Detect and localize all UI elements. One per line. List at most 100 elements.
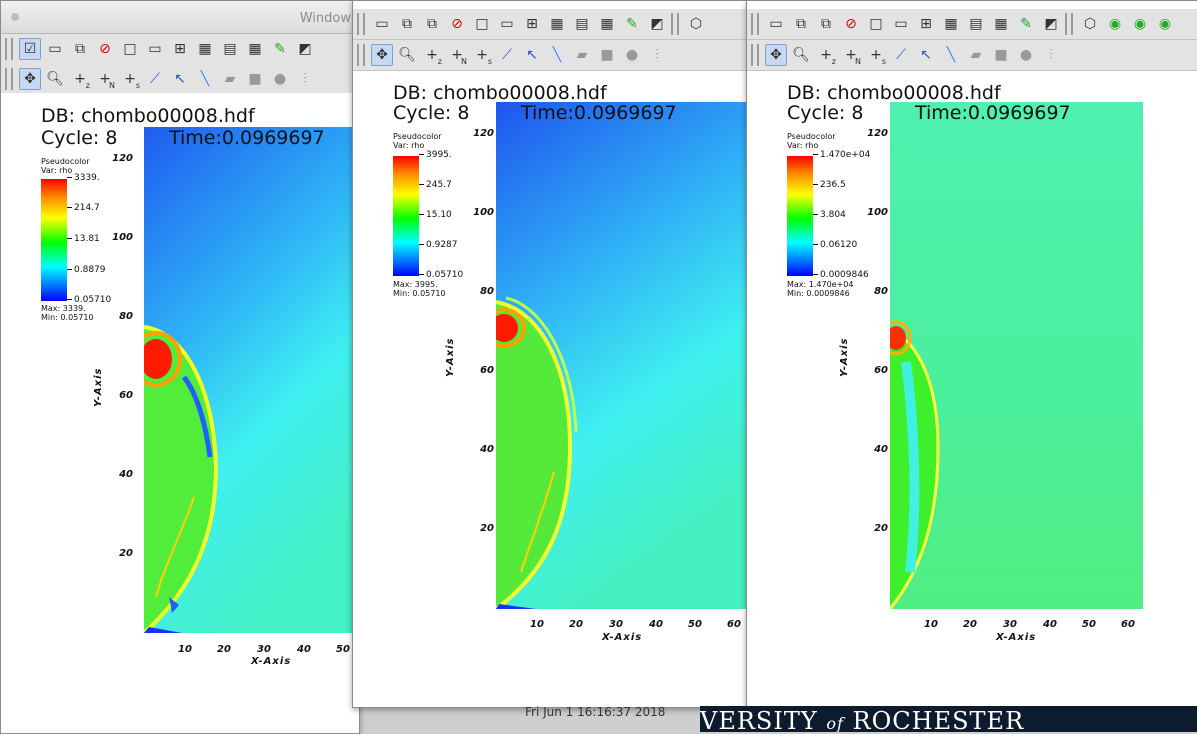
layout-3x3-icon[interactable]: ▦ (244, 38, 266, 60)
layout-1x1-icon[interactable]: □ (119, 38, 141, 60)
tools-icon[interactable]: ⫶ (1040, 44, 1062, 66)
color-bar (393, 156, 419, 276)
line-icon[interactable]: ╲ (546, 44, 568, 66)
camera-icon[interactable]: ◉ (1104, 13, 1126, 35)
spreadsheet-pick-icon[interactable]: + s (471, 44, 493, 66)
spin-icon[interactable]: ◩ (646, 13, 668, 35)
sphere-icon[interactable]: ● (269, 68, 291, 90)
spin-icon[interactable]: ◩ (1040, 13, 1062, 35)
copy-window-icon[interactable]: ⧉ (396, 13, 418, 35)
node-pick-icon[interactable]: + N (94, 68, 116, 90)
toolbar-grip-icon[interactable] (671, 13, 679, 35)
layout-1x2-icon[interactable]: ▭ (890, 13, 912, 35)
lock-view-icon[interactable]: ✎ (1015, 13, 1037, 35)
zone-pick-icon[interactable]: + z (69, 68, 91, 90)
line-icon[interactable]: ╲ (940, 44, 962, 66)
layout-2x3-icon[interactable]: ▦ (940, 13, 962, 35)
zoom-icon[interactable]: 🔍︎ (790, 44, 812, 66)
plane-icon[interactable]: ▰ (965, 44, 987, 66)
delete-window-icon[interactable]: ⊘ (446, 13, 468, 35)
tools-icon[interactable]: ⫶ (294, 68, 316, 90)
layout-2x3-icon[interactable]: ▦ (546, 13, 568, 35)
layout-2x4-icon[interactable]: ▤ (219, 38, 241, 60)
new-window-icon[interactable]: ▭ (44, 38, 66, 60)
lineout-icon[interactable]: ↖ (915, 44, 937, 66)
new-window-icon[interactable]: ▭ (765, 13, 787, 35)
navigate-icon[interactable]: ✥ (371, 44, 393, 66)
plane-icon[interactable]: ▰ (219, 68, 241, 90)
lineout-icon[interactable]: ↖ (169, 68, 191, 90)
spreadsheet-pick-icon[interactable]: + s (119, 68, 141, 90)
zone-pick-icon[interactable]: + z (815, 44, 837, 66)
layout-2x4-icon[interactable]: ▤ (571, 13, 593, 35)
x-axis-label: X-Axis (996, 632, 1037, 643)
curve-pick-icon[interactable]: ⟋ (144, 68, 166, 90)
layout-1x1-icon[interactable]: □ (865, 13, 887, 35)
zoom-icon[interactable]: 🔍︎ (396, 44, 418, 66)
toolbar-grip-icon[interactable] (5, 38, 13, 60)
toolbar-grip-icon[interactable] (1065, 13, 1073, 35)
perspective-icon[interactable]: ⬡ (1079, 13, 1101, 35)
box-icon[interactable]: ■ (990, 44, 1012, 66)
x-tick-label: 40 (649, 619, 663, 630)
navigate-icon[interactable]: ✥ (19, 68, 41, 90)
camera-restore-icon[interactable]: ◉ (1154, 13, 1176, 35)
clone-window-icon[interactable]: ⧉ (815, 13, 837, 35)
viewer-window-3[interactable]: ▭ ⧉ ⧉ ⊘ □ ▭ ⊞ ▦ ▤ ▦ ✎ ◩ ⬡ ◉ ◉ ◉ ✥ 🔍︎ + z … (746, 0, 1197, 708)
render-area[interactable]: DB: chombo00008.hdf Cycle: 8 Pseudocolor… (353, 71, 748, 707)
lock-view-icon[interactable]: ✎ (621, 13, 643, 35)
layout-3x3-icon[interactable]: ▦ (990, 13, 1012, 35)
layout-2x2-icon[interactable]: ⊞ (521, 13, 543, 35)
toolbar-grip-icon[interactable] (357, 13, 365, 35)
layout-1x2-icon[interactable]: ▭ (496, 13, 518, 35)
layout-2x2-icon[interactable]: ⊞ (169, 38, 191, 60)
node-pick-icon[interactable]: + N (840, 44, 862, 66)
copy-window-icon[interactable]: ⧉ (790, 13, 812, 35)
curve-pick-icon[interactable]: ⟋ (890, 44, 912, 66)
lock-view-icon[interactable]: ✎ (269, 38, 291, 60)
layout-3x3-icon[interactable]: ▦ (596, 13, 618, 35)
spin-icon[interactable]: ◩ (294, 38, 316, 60)
title-bar[interactable]: Window (1, 1, 359, 34)
toolbar-grip-icon[interactable] (5, 68, 13, 90)
render-area[interactable]: DB: chombo00008.hdf Cycle: 8 Pseudocolor… (747, 71, 1197, 707)
clone-window-icon[interactable]: ⧉ (421, 13, 443, 35)
viewer-window-2[interactable]: ▭ ⧉ ⧉ ⊘ □ ▭ ⊞ ▦ ▤ ▦ ✎ ◩ ⬡ ✥ 🔍︎ + z + N + s … (352, 0, 749, 708)
toolbar-grip-icon[interactable] (751, 13, 759, 35)
lineout-icon[interactable]: ↖ (521, 44, 543, 66)
sphere-icon[interactable]: ● (1015, 44, 1037, 66)
active-window-icon[interactable]: ☑ (19, 38, 41, 60)
viewer-window-1[interactable]: Window ☑ ▭ ⧉ ⊘ □ ▭ ⊞ ▦ ▤ ▦ ✎ ◩ ✥ 🔍︎ + z +… (0, 0, 360, 734)
layout-1x1-icon[interactable]: □ (471, 13, 493, 35)
box-icon[interactable]: ■ (244, 68, 266, 90)
plane-icon[interactable]: ▰ (571, 44, 593, 66)
toolbar-grip-icon[interactable] (357, 44, 365, 66)
navigate-icon[interactable]: ✥ (765, 44, 787, 66)
layout-2x4-icon[interactable]: ▤ (965, 13, 987, 35)
new-window-icon[interactable]: ▭ (371, 13, 393, 35)
pseudocolor-plot[interactable] (144, 127, 359, 633)
layout-2x3-icon[interactable]: ▦ (194, 38, 216, 60)
delete-window-icon[interactable]: ⊘ (94, 38, 116, 60)
perspective-icon[interactable]: ⬡ (685, 13, 707, 35)
line-icon[interactable]: ╲ (194, 68, 216, 90)
node-pick-icon[interactable]: + N (446, 44, 468, 66)
pseudocolor-plot[interactable] (890, 102, 1143, 609)
tools-icon[interactable]: ⫶ (646, 44, 668, 66)
zone-pick-icon[interactable]: + z (421, 44, 443, 66)
copy-window-icon[interactable]: ⧉ (69, 38, 91, 60)
curve-pick-icon[interactable]: ⟋ (496, 44, 518, 66)
toolbar-grip-icon[interactable] (751, 44, 759, 66)
camera-save-icon[interactable]: ◉ (1129, 13, 1151, 35)
sphere-icon[interactable]: ● (621, 44, 643, 66)
delete-window-icon[interactable]: ⊘ (840, 13, 862, 35)
layout-2x2-icon[interactable]: ⊞ (915, 13, 937, 35)
zoom-icon[interactable]: 🔍︎ (44, 68, 66, 90)
render-area[interactable]: DB: chombo00008.hdf Cycle: 8 Pseudocolor… (1, 93, 359, 733)
window-close-dot-icon[interactable] (11, 13, 19, 21)
spreadsheet-pick-icon[interactable]: + s (865, 44, 887, 66)
pseudocolor-plot[interactable] (496, 102, 748, 609)
layout-1x2-icon[interactable]: ▭ (144, 38, 166, 60)
box-icon[interactable]: ■ (596, 44, 618, 66)
y-tick-label: 20 (119, 548, 133, 559)
